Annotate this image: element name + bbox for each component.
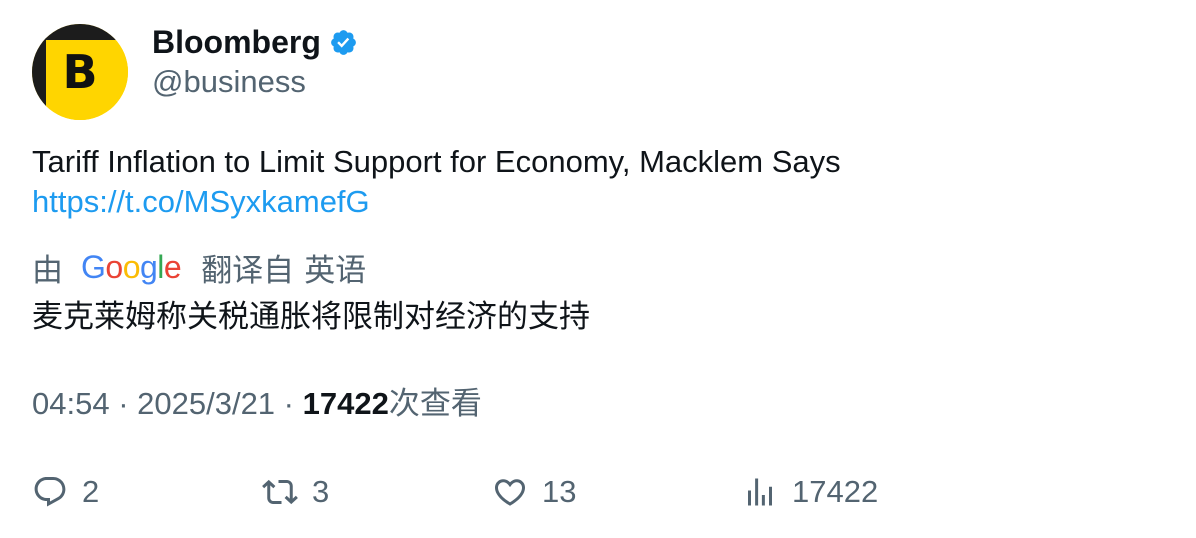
retweet-icon [262,479,298,505]
tweet-link[interactable]: https://t.co/MSyxkamefG [32,182,370,222]
reply-count: 2 [82,474,100,509]
avatar[interactable]: B [32,24,128,120]
heart-icon [494,479,526,506]
views-count: 17422 [302,386,389,421]
tweet-date[interactable]: 2025/3/21 [137,386,275,421]
retweet-count: 3 [312,474,330,509]
meta-separator-2: · [275,386,303,421]
like-count: 13 [542,474,577,509]
tweet-meta: 04:54 · 2025/3/21 · 17422次查看 [32,384,482,424]
avatar-letter: B [62,45,98,99]
tweet-time[interactable]: 04:54 [32,386,110,421]
verified-badge-icon [331,29,356,55]
source-language: 英语 [304,252,367,288]
views-action-count: 17422 [792,474,879,509]
avatar-shadow-top [32,24,128,40]
author-handle[interactable]: @business [152,62,306,102]
google-logo[interactable]: Google [81,248,182,286]
translated-from-label: 翻译自 [201,252,295,288]
google-letter-l: l [157,248,164,285]
meta-separator: · [109,386,138,421]
views-button[interactable]: 17422 [742,470,878,514]
retweet-button[interactable]: 3 [262,470,329,514]
views-chart-icon [748,478,772,506]
google-letter-o2: o [122,248,141,285]
like-button[interactable]: 13 [492,470,576,514]
views-label: 次查看 [388,386,482,421]
translated-tweet-text: 麦克莱姆称关税通胀将限制对经济的支持 [32,299,590,334]
google-letter-g: G [81,248,106,285]
reply-icon [34,477,66,507]
google-letter-e: e [163,248,182,285]
reply-button[interactable]: 2 [32,470,99,514]
tweet-text: Tariff Inflation to Limit Support for Ec… [32,144,841,179]
google-letter-g2: g [139,248,158,285]
translated-by-label: 由 [32,252,63,288]
author-name-row[interactable]: Bloomberg [152,22,358,62]
google-letter-o1: o [105,248,123,285]
author-display-name[interactable]: Bloomberg [152,22,321,62]
translation-attribution: 由 Google 翻译自 英语 [32,246,366,288]
